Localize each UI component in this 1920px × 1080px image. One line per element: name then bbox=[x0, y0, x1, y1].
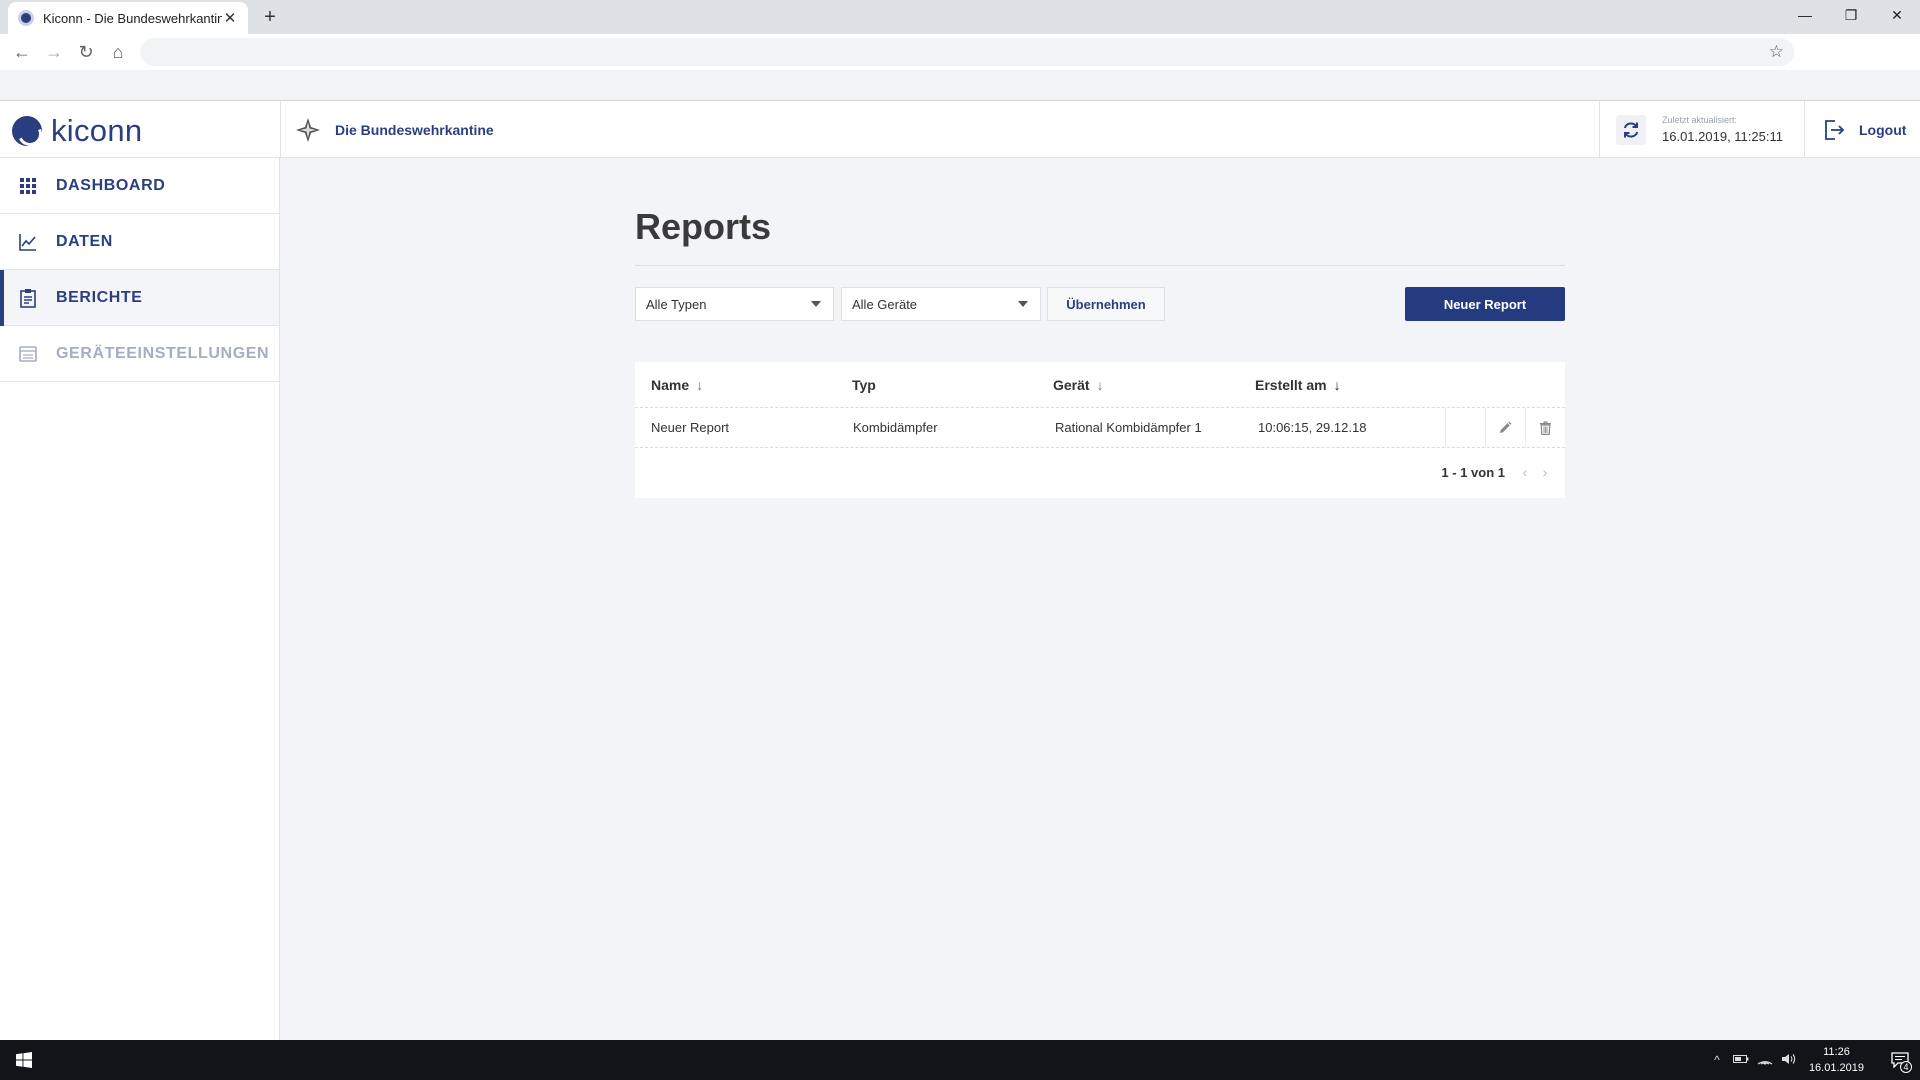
sort-arrow-icon: ↓ bbox=[1096, 377, 1104, 393]
forward-button[interactable]: → bbox=[38, 36, 70, 68]
type-filter-value: Alle Typen bbox=[646, 296, 707, 312]
column-header-typ: Typ bbox=[852, 377, 876, 393]
refresh-icon bbox=[1623, 121, 1639, 138]
table-row[interactable]: Neuer Report Kombidämpfer Rational Kombi… bbox=[635, 408, 1565, 448]
clock[interactable]: 11:26 16.01.2019 bbox=[1809, 1044, 1864, 1076]
clipboard-icon bbox=[18, 288, 38, 308]
battery-icon[interactable] bbox=[1729, 1053, 1753, 1067]
window-controls: — ❐ ✕ bbox=[1782, 0, 1920, 30]
tray-chevron-icon[interactable]: ^ bbox=[1705, 1053, 1729, 1067]
prev-page-icon[interactable]: ‹ bbox=[1515, 464, 1535, 480]
close-window-button[interactable]: ✕ bbox=[1874, 0, 1920, 30]
page-title: Reports bbox=[635, 206, 772, 247]
app-header: kiconn Die Bundeswehrkantine Zuletzt akt… bbox=[0, 101, 1920, 158]
chart-line-icon bbox=[18, 232, 38, 252]
last-updated: Zuletzt aktualisiert: 16.01.2019, 11:25:… bbox=[1599, 101, 1804, 158]
main-content: Reports Alle Typen Alle Geräte Übernehme… bbox=[281, 158, 1920, 1040]
iron-cross-icon bbox=[295, 116, 321, 143]
cell-name: Neuer Report bbox=[651, 420, 730, 435]
refresh-button[interactable] bbox=[1616, 114, 1646, 145]
notification-count-badge: 4 bbox=[1900, 1061, 1912, 1073]
title-divider bbox=[635, 265, 1565, 266]
column-header-name[interactable]: Name ↓ bbox=[651, 377, 703, 393]
organization: Die Bundeswehrkantine bbox=[280, 101, 494, 158]
device-filter-select[interactable]: Alle Geräte bbox=[841, 287, 1041, 321]
sidebar-item-label: BERICHTE bbox=[56, 288, 143, 306]
cell-divider bbox=[1485, 408, 1486, 448]
sidebar-item-geraeteeinstellungen[interactable]: GERÄTEEINSTELLUNGEN bbox=[0, 326, 279, 382]
type-filter-select[interactable]: Alle Typen bbox=[635, 287, 834, 321]
bookmark-star-icon[interactable]: ☆ bbox=[1769, 42, 1784, 62]
cell-type: Kombidämpfer bbox=[853, 420, 938, 435]
device-settings-icon bbox=[18, 344, 38, 364]
pagination-text: 1 - 1 von 1 bbox=[1441, 464, 1505, 480]
cell-divider bbox=[1445, 408, 1446, 448]
sidebar: DASHBOARD DATEN BERICHTE GERÄTEEINSTELLU… bbox=[0, 158, 280, 1040]
reports-table: Name ↓ Typ Gerät ↓ Erstellt am ↓ Neuer R… bbox=[635, 362, 1565, 498]
cell-created: 10:06:15, 29.12.18 bbox=[1258, 420, 1367, 435]
column-header-erstellt[interactable]: Erstellt am ↓ bbox=[1255, 377, 1341, 393]
system-tray: ^ 11:26 16.01.2019 4 bbox=[1705, 1040, 1920, 1080]
table-header: Name ↓ Typ Gerät ↓ Erstellt am ↓ bbox=[635, 362, 1565, 408]
clock-time: 11:26 bbox=[1823, 1046, 1850, 1058]
pagination: 1 - 1 von 1 ‹ › bbox=[1441, 464, 1555, 480]
new-tab-button[interactable]: + bbox=[256, 6, 284, 30]
updated-label: Zuletzt aktualisiert: bbox=[1662, 115, 1738, 125]
kiconn-logo[interactable]: kiconn bbox=[12, 113, 142, 149]
updated-time: 16.01.2019, 11:25:11 bbox=[1662, 129, 1783, 144]
sort-arrow-icon: ↓ bbox=[696, 377, 704, 393]
maximize-button[interactable]: ❐ bbox=[1828, 0, 1874, 30]
home-button[interactable]: ⌂ bbox=[102, 36, 134, 68]
browser-tab-strip: Kiconn - Die Bundeswehrkantine ✕ + — ❐ ✕ bbox=[0, 0, 1920, 34]
windows-logo-icon bbox=[16, 1052, 32, 1068]
delete-trash-icon[interactable] bbox=[1535, 418, 1555, 438]
logout-icon bbox=[1825, 119, 1845, 140]
sidebar-item-label: DASHBOARD bbox=[56, 176, 166, 194]
column-header-geraet[interactable]: Gerät ↓ bbox=[1053, 377, 1104, 393]
grid-icon bbox=[18, 176, 38, 196]
chevron-down-icon bbox=[811, 301, 821, 307]
sidebar-item-label: GERÄTEEINSTELLUNGEN bbox=[56, 344, 270, 362]
sidebar-item-dashboard[interactable]: DASHBOARD bbox=[0, 158, 279, 214]
device-filter-value: Alle Geräte bbox=[852, 296, 918, 312]
new-report-button[interactable]: Neuer Report bbox=[1405, 287, 1565, 321]
sort-arrow-icon: ↓ bbox=[1333, 377, 1341, 393]
kiconn-favicon-icon bbox=[18, 10, 34, 26]
reload-button[interactable]: ↻ bbox=[70, 36, 102, 68]
tab-title: Kiconn - Die Bundeswehrkantine bbox=[43, 10, 222, 26]
chevron-down-icon bbox=[1018, 301, 1028, 307]
browser-toolbar: ← → ↻ ⌂ ☆ bbox=[0, 34, 1920, 70]
column-label: Gerät bbox=[1053, 377, 1090, 393]
logo-text: kiconn bbox=[51, 113, 143, 148]
action-center-button[interactable]: 4 bbox=[1880, 1040, 1920, 1080]
organization-name: Die Bundeswehrkantine bbox=[335, 121, 494, 138]
cell-divider bbox=[1525, 408, 1526, 448]
windows-taskbar: ^ 11:26 16.01.2019 4 bbox=[0, 1040, 1920, 1080]
clock-date: 16.01.2019 bbox=[1808, 1062, 1864, 1074]
column-label: Name bbox=[651, 377, 690, 393]
tab-close-icon[interactable]: ✕ bbox=[222, 9, 238, 27]
browser-tab[interactable]: Kiconn - Die Bundeswehrkantine ✕ bbox=[8, 2, 248, 34]
back-button[interactable]: ← bbox=[6, 36, 38, 68]
kiconn-logo-icon bbox=[12, 116, 42, 146]
volume-icon[interactable] bbox=[1777, 1053, 1801, 1068]
wifi-icon[interactable] bbox=[1753, 1053, 1777, 1068]
sidebar-item-label: DATEN bbox=[56, 232, 113, 250]
logout-button[interactable]: Logout bbox=[1804, 101, 1920, 158]
minimize-button[interactable]: — bbox=[1782, 0, 1828, 30]
edit-pencil-icon[interactable] bbox=[1495, 418, 1515, 438]
cell-device: Rational Kombidämpfer 1 bbox=[1055, 420, 1202, 435]
logout-label: Logout bbox=[1859, 121, 1907, 138]
address-bar[interactable]: ☆ bbox=[140, 38, 1794, 66]
sidebar-item-berichte[interactable]: BERICHTE bbox=[0, 270, 279, 326]
column-label: Typ bbox=[852, 377, 876, 393]
apply-filter-button[interactable]: Übernehmen bbox=[1047, 287, 1165, 321]
sidebar-item-daten[interactable]: DATEN bbox=[0, 214, 279, 270]
next-page-icon[interactable]: › bbox=[1535, 464, 1555, 480]
windows-start-button[interactable] bbox=[0, 1040, 48, 1080]
bookmarks-bar bbox=[0, 70, 1920, 101]
column-label: Erstellt am bbox=[1255, 377, 1327, 393]
